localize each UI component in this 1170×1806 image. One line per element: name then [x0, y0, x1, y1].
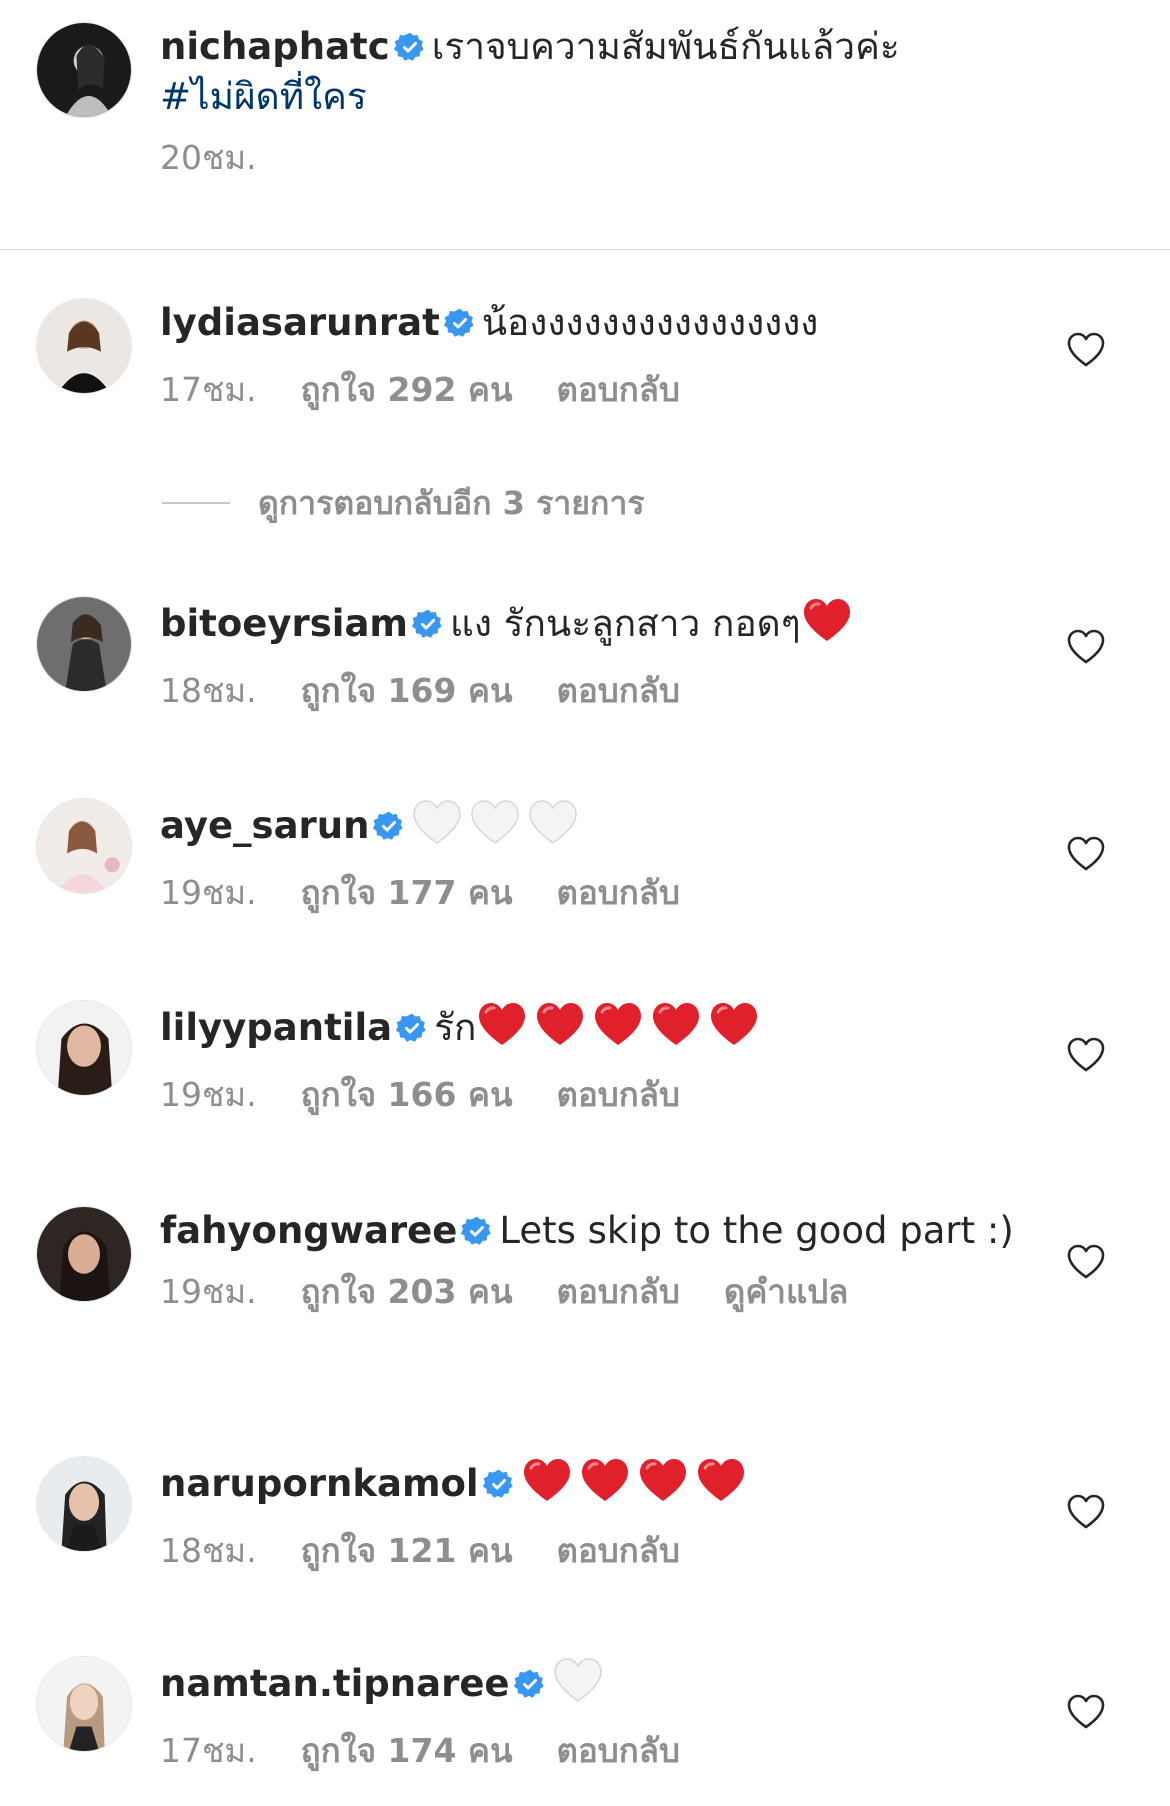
post-time: 20ชม. [160, 138, 257, 177]
likes-count[interactable]: ถูกใจ 166 คน [301, 1073, 513, 1117]
more-replies-label[interactable]: ดูการตอบกลับอีก 3 รายการ [258, 478, 645, 529]
red-heart-emoji [708, 1000, 760, 1048]
red-heart-emoji [521, 1456, 573, 1504]
comment-time: 18ชม. [160, 1531, 257, 1570]
verified-badge-icon [373, 810, 405, 842]
avatar[interactable] [36, 596, 132, 692]
avatar[interactable] [36, 22, 132, 118]
white-heart-emoji [552, 1656, 604, 1704]
see-translation-button[interactable]: ดูคำแปล [724, 1270, 848, 1314]
comment-username[interactable]: fahyongwaree [160, 1209, 457, 1252]
like-heart-icon[interactable] [1066, 627, 1106, 667]
reply-button[interactable]: ตอบกลับ [557, 368, 680, 412]
comment-username[interactable]: namtan.tipnaree [160, 1662, 510, 1705]
divider [0, 249, 1170, 250]
likes-count[interactable]: ถูกใจ 292 คน [301, 368, 513, 412]
like-heart-icon[interactable] [1066, 834, 1106, 874]
white-heart-emoji [411, 798, 463, 846]
verified-badge-icon [443, 307, 476, 339]
red-heart-emoji [695, 1456, 747, 1504]
comment-text: แง รักนะลูกสาว กอดๆ [449, 602, 801, 645]
verified-badge-icon [461, 1215, 493, 1247]
username[interactable]: nichaphatc [160, 25, 390, 68]
red-heart-emoji [534, 1000, 586, 1048]
comment-time: 17ชม. [160, 1731, 257, 1770]
red-heart-emoji [592, 1000, 644, 1048]
likes-count[interactable]: ถูกใจ 174 คน [301, 1729, 513, 1773]
comment-text: น้องงงงงงงงงงงงงงงง [481, 301, 819, 344]
comment-time: 17ชม. [160, 370, 257, 409]
white-heart-emoji [527, 798, 579, 846]
red-heart-emoji [801, 596, 853, 644]
reply-button[interactable]: ตอบกลับ [557, 871, 680, 915]
more-replies-line [162, 502, 230, 504]
comment-text: รัก [434, 1006, 477, 1049]
verified-badge-icon [513, 1668, 546, 1700]
comment-time: 19ชม. [160, 1075, 257, 1114]
reply-button[interactable]: ตอบกลับ [557, 1073, 680, 1117]
verified-badge-icon [396, 1012, 428, 1044]
verified-badge-icon [482, 1468, 515, 1500]
verified-badge-icon [411, 608, 444, 640]
like-heart-icon[interactable] [1066, 1035, 1106, 1075]
likes-count[interactable]: ถูกใจ 203 คน [301, 1270, 513, 1314]
red-heart-emoji [579, 1456, 631, 1504]
comment-time: 18ชม. [160, 671, 257, 710]
comment-username[interactable]: bitoeyrsiam [160, 602, 408, 645]
comment-time: 19ชม. [160, 873, 257, 912]
like-heart-icon[interactable] [1066, 1692, 1106, 1732]
white-heart-emoji [469, 798, 521, 846]
caption-text: เราจบความสัมพันธ์กันแล้วค่ะ [431, 25, 900, 68]
avatar[interactable] [36, 1000, 132, 1096]
like-heart-icon[interactable] [1066, 1242, 1106, 1282]
likes-count[interactable]: ถูกใจ 177 คน [301, 871, 513, 915]
avatar[interactable] [36, 298, 132, 394]
likes-count[interactable]: ถูกใจ 121 คน [301, 1529, 513, 1573]
red-heart-emoji [476, 1000, 528, 1048]
reply-button[interactable]: ตอบกลับ [557, 1729, 680, 1773]
post-caption: nichaphatc เราจบความสัมพันธ์กันแล้วค่ะ #ไ… [0, 0, 1170, 250]
comment-username[interactable]: lilyypantila [160, 1006, 392, 1049]
reply-button[interactable]: ตอบกลับ [557, 669, 680, 713]
likes-count[interactable]: ถูกใจ 169 คน [301, 669, 513, 713]
red-heart-emoji [650, 1000, 702, 1048]
comment-time: 19ชม. [160, 1272, 257, 1311]
reply-button[interactable]: ตอบกลับ [557, 1270, 680, 1314]
like-heart-icon[interactable] [1066, 1492, 1106, 1532]
verified-badge-icon [393, 31, 426, 63]
avatar[interactable] [36, 1206, 132, 1302]
avatar[interactable] [36, 1656, 132, 1752]
comment-username[interactable]: lydiasarunrat [160, 301, 440, 344]
comment-text: Lets skip to the good part :) [499, 1209, 1014, 1252]
reply-button[interactable]: ตอบกลับ [557, 1529, 680, 1573]
avatar[interactable] [36, 1456, 132, 1552]
comment-username[interactable]: aye_sarun [160, 804, 369, 847]
like-heart-icon[interactable] [1066, 330, 1106, 370]
red-heart-emoji [637, 1456, 689, 1504]
view-more-replies[interactable]: ดูการตอบกลับอีก 3 รายการ [162, 478, 645, 528]
comment-username[interactable]: narupornkamol [160, 1462, 479, 1505]
hashtag-link[interactable]: #ไม่ผิดที่ใคร [160, 75, 367, 118]
avatar[interactable] [36, 798, 132, 894]
